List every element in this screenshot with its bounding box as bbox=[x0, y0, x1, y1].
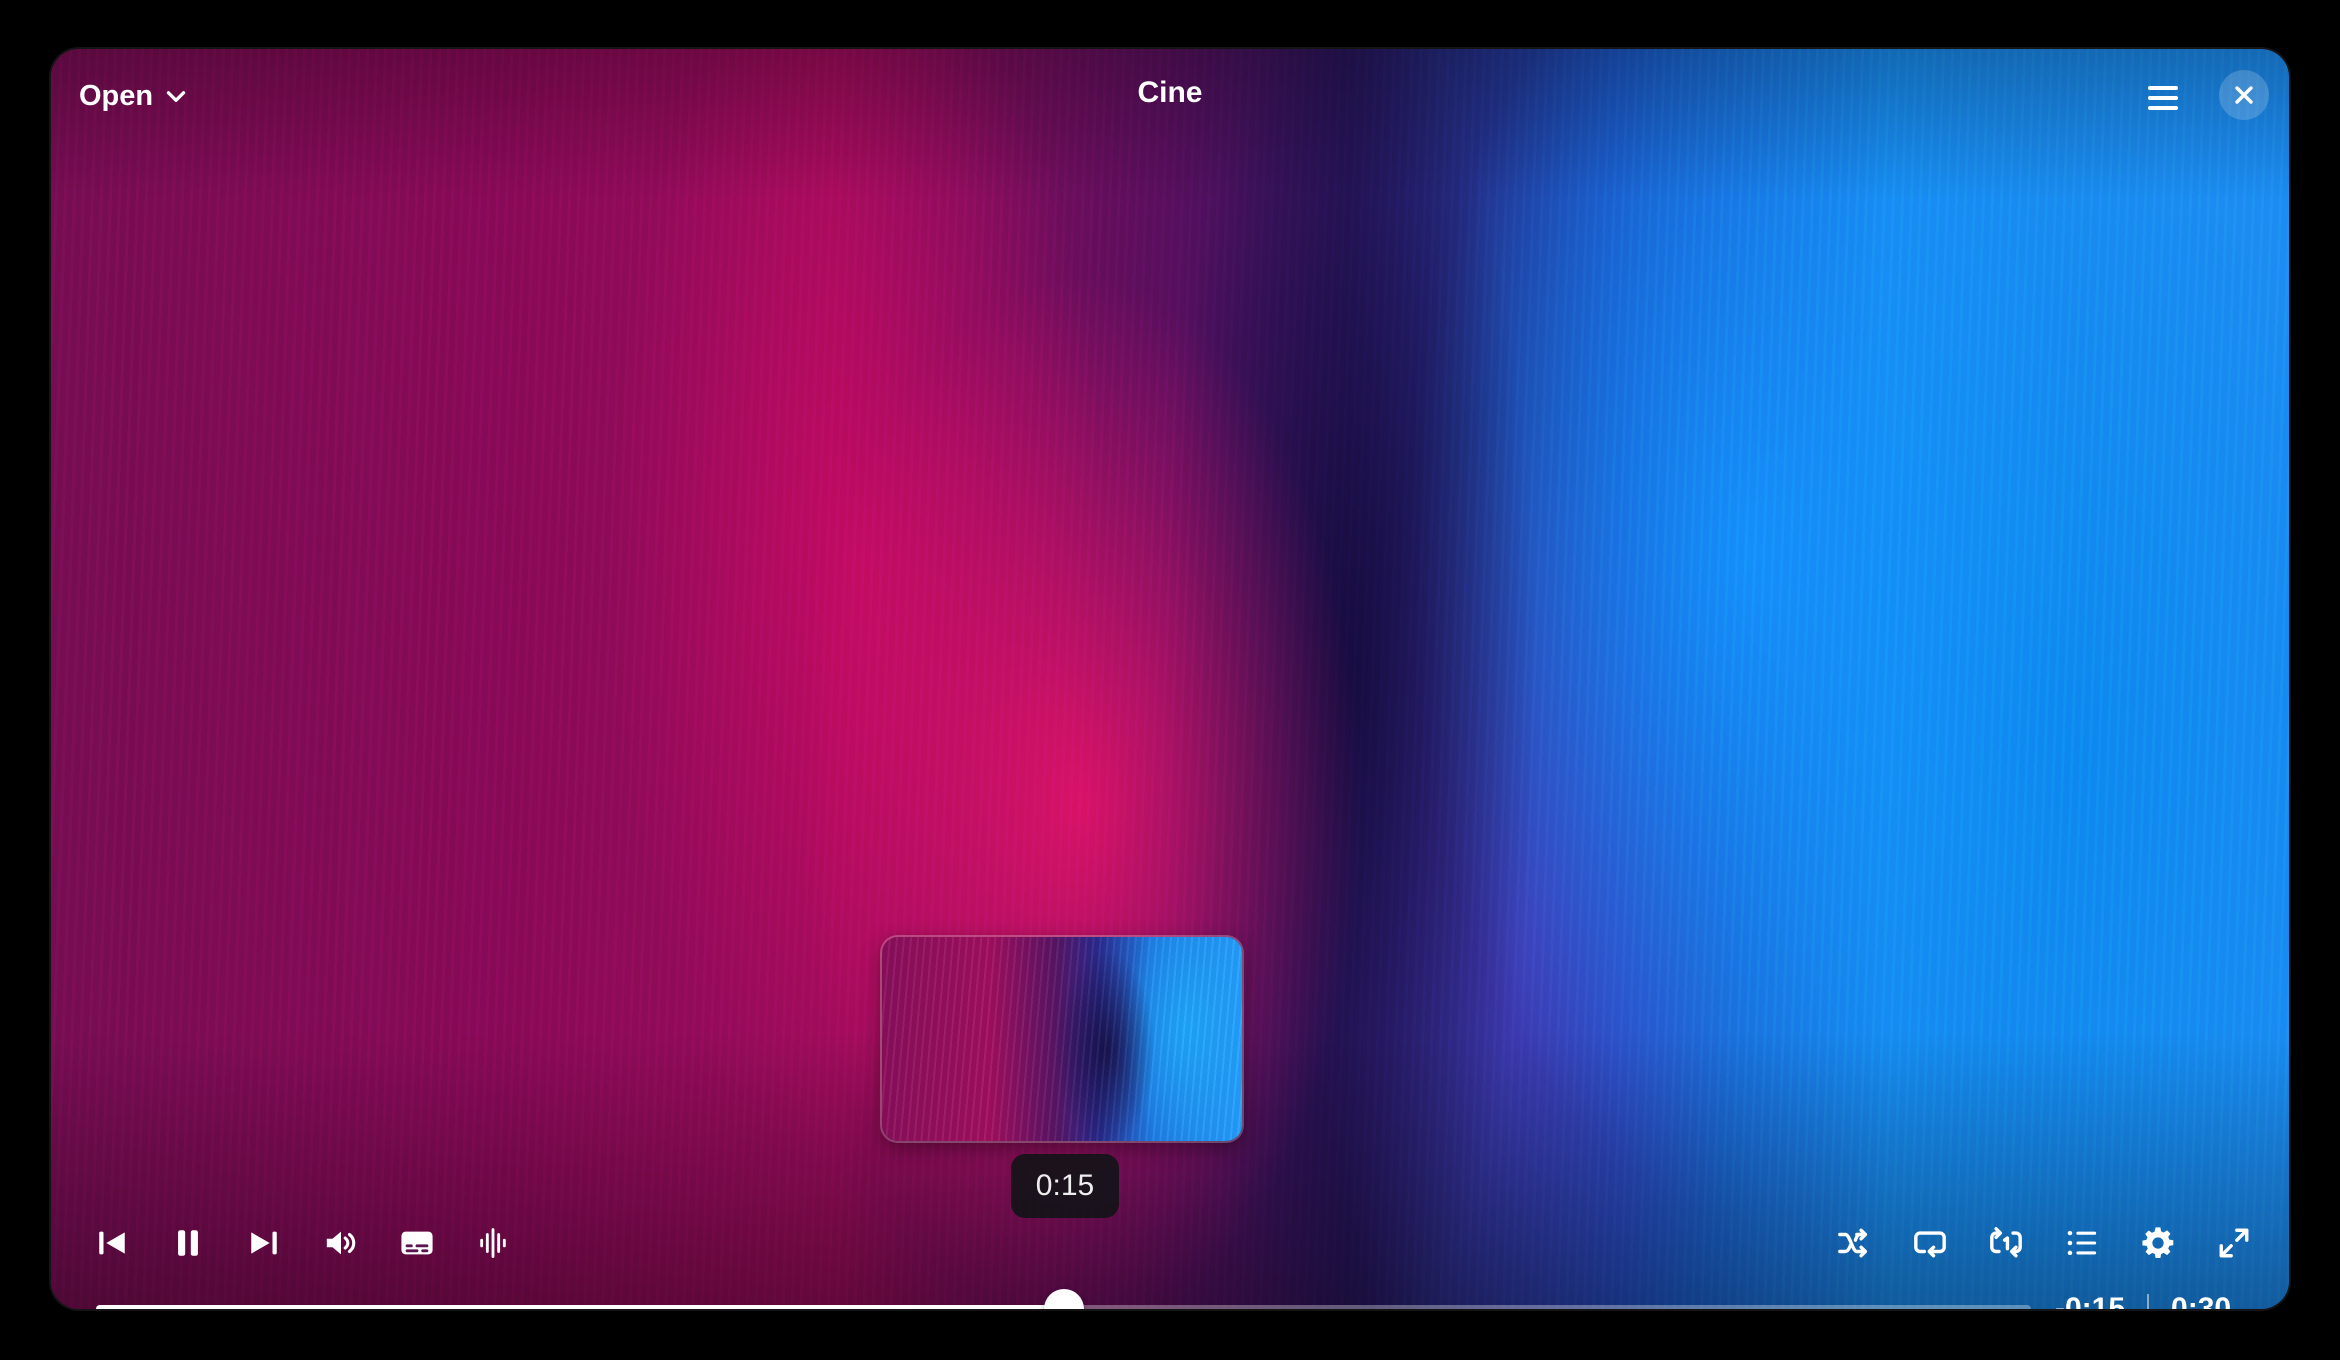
close-icon bbox=[2235, 86, 2253, 104]
repeat-icon bbox=[1914, 1231, 1946, 1258]
fullscreen-icon bbox=[2219, 1228, 2249, 1258]
pause-button[interactable] bbox=[166, 1221, 210, 1265]
hamburger-menu-icon bbox=[2148, 86, 2178, 110]
volume-button[interactable] bbox=[319, 1221, 363, 1265]
settings-button[interactable] bbox=[2136, 1221, 2180, 1265]
time-display: -0:15 0:30 bbox=[2055, 1289, 2231, 1309]
time-remaining: -0:15 bbox=[2055, 1292, 2126, 1309]
previous-button[interactable] bbox=[90, 1221, 134, 1265]
gear-icon bbox=[2142, 1227, 2174, 1259]
window-title: Cine bbox=[1137, 76, 1203, 109]
playlist-button[interactable] bbox=[2060, 1221, 2104, 1265]
shuffle-icon bbox=[1838, 1228, 1868, 1258]
close-button[interactable] bbox=[2219, 70, 2269, 120]
seek-bar-progress bbox=[96, 1305, 1064, 1309]
seek-preview-thumbnail bbox=[882, 937, 1242, 1141]
time-separator bbox=[2147, 1294, 2150, 1309]
main-menu-button[interactable] bbox=[2141, 76, 2185, 120]
skip-previous-icon bbox=[99, 1231, 125, 1255]
subtitles-icon bbox=[401, 1231, 433, 1255]
next-button[interactable] bbox=[242, 1221, 286, 1265]
seek-bar[interactable] bbox=[96, 1289, 2031, 1309]
player-window: Open Cine 0:15 -0:15 0:30 bbox=[51, 49, 2289, 1309]
pause-icon bbox=[178, 1230, 198, 1256]
waveform-icon bbox=[480, 1228, 506, 1258]
audio-track-button[interactable] bbox=[471, 1221, 515, 1265]
repeat-one-button[interactable] bbox=[1984, 1221, 2028, 1265]
time-duration: 0:30 bbox=[2171, 1292, 2232, 1309]
subtitles-button[interactable] bbox=[395, 1221, 439, 1265]
repeat-one-icon bbox=[1990, 1227, 2022, 1258]
shuffle-button[interactable] bbox=[1832, 1221, 1876, 1265]
volume-icon bbox=[326, 1231, 356, 1255]
repeat-button[interactable] bbox=[1908, 1221, 1952, 1265]
seek-preview-time: 0:15 bbox=[1011, 1154, 1119, 1218]
fullscreen-button[interactable] bbox=[2212, 1221, 2256, 1265]
playlist-icon bbox=[2067, 1230, 2097, 1256]
skip-next-icon bbox=[251, 1231, 277, 1255]
